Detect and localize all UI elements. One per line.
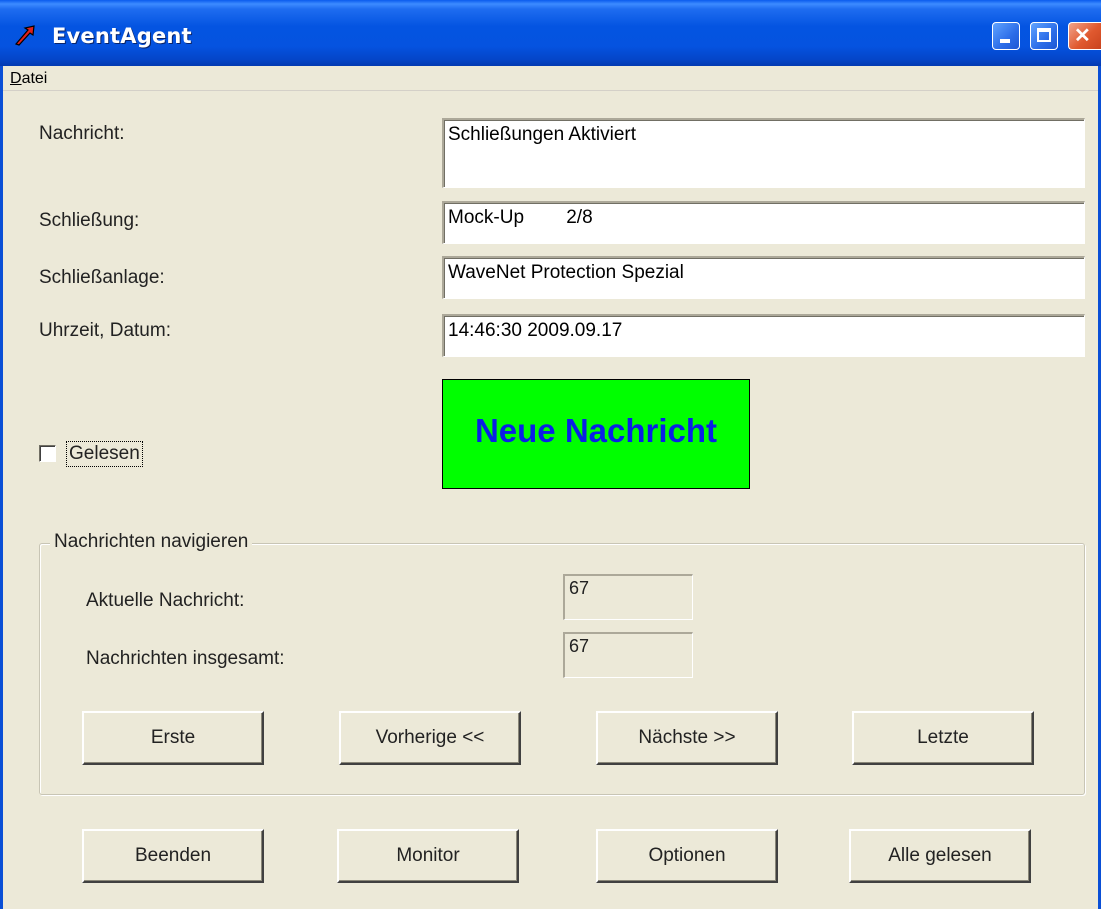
previous-button[interactable]: Vorherige <<: [339, 711, 521, 765]
maximize-button[interactable]: [1030, 22, 1058, 50]
read-checkbox-label[interactable]: Gelesen: [66, 441, 143, 467]
system-field[interactable]: WaveNet Protection Spezial: [442, 256, 1085, 299]
next-button[interactable]: Nächste >>: [596, 711, 778, 765]
window-title: EventAgent: [52, 24, 192, 48]
current-message-field: 67: [563, 574, 693, 620]
message-field[interactable]: Schließungen Aktiviert: [442, 118, 1085, 188]
total-messages-label: Nachrichten insgesamt:: [86, 648, 285, 669]
first-button[interactable]: Erste: [82, 711, 264, 765]
main-window: EventAgent ✕ Datei Nachricht: Schließung…: [0, 0, 1101, 909]
status-text: Neue Nachricht: [474, 412, 718, 449]
red-arrow-icon: [14, 24, 42, 46]
all-read-button[interactable]: Alle gelesen: [849, 829, 1031, 883]
current-message-label: Aktuelle Nachricht:: [86, 590, 245, 611]
close-button[interactable]: ✕: [1068, 22, 1101, 50]
status-indicator: Neue Nachricht: [442, 379, 750, 489]
last-button[interactable]: Letzte: [852, 711, 1034, 765]
menu-file[interactable]: Datei: [10, 70, 47, 88]
maximize-icon: [1037, 28, 1051, 42]
lock-label: Schließung:: [39, 210, 140, 231]
options-button[interactable]: Optionen: [596, 829, 778, 883]
menu-bar: Datei: [0, 66, 1101, 91]
window-frame-left: [0, 66, 3, 909]
navigation-group-title: Nachrichten navigieren: [50, 531, 253, 553]
total-messages-field: 67: [563, 632, 693, 678]
minimize-icon: [1000, 39, 1010, 43]
time-field[interactable]: 14:46:30 2009.09.17: [442, 314, 1085, 357]
close-icon: ✕: [1074, 25, 1091, 47]
quit-button[interactable]: Beenden: [82, 829, 264, 883]
time-label: Uhrzeit, Datum:: [39, 320, 171, 341]
monitor-button[interactable]: Monitor: [337, 829, 519, 883]
system-label: Schließanlage:: [39, 267, 165, 288]
read-checkbox[interactable]: [39, 445, 56, 462]
minimize-button[interactable]: [992, 22, 1020, 50]
lock-field[interactable]: Mock-Up 2/8: [442, 201, 1085, 244]
message-label: Nachricht:: [39, 123, 125, 144]
title-bar[interactable]: EventAgent ✕: [0, 0, 1101, 66]
